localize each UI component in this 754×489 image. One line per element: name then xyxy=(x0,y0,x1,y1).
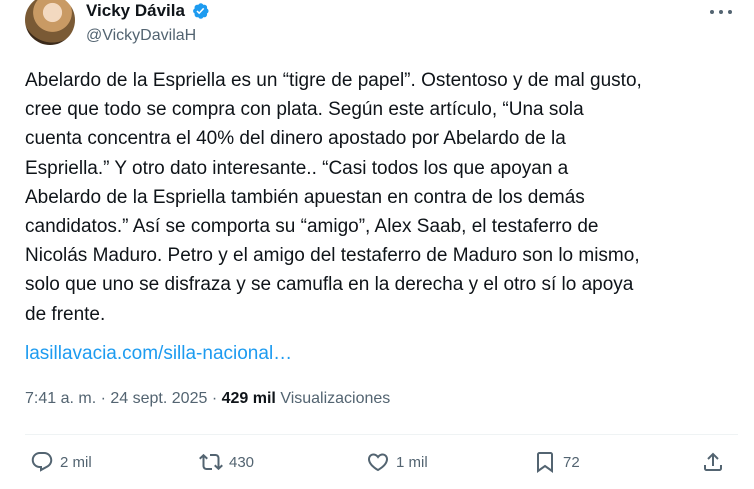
tweet-link[interactable]: lasillavacia.com/silla-nacional… xyxy=(25,339,292,368)
share-button[interactable] xyxy=(701,450,725,474)
reply-icon xyxy=(31,452,53,472)
bookmark-icon xyxy=(537,452,553,473)
more-icon[interactable] xyxy=(710,2,732,22)
repost-count: 430 xyxy=(229,453,255,471)
reply-button[interactable]: 2 mil xyxy=(30,450,92,474)
tweet-meta: 7:41 a. m. · 24 sept. 2025 · 429 mil Vis… xyxy=(25,388,390,410)
bookmark-button[interactable]: 72 xyxy=(533,450,580,474)
author-handle[interactable]: @VickyDavilaH xyxy=(86,27,196,45)
avatar[interactable] xyxy=(25,0,75,45)
like-count: 1 mil xyxy=(396,453,428,471)
meta-separator: · xyxy=(211,390,218,407)
author-name-row: Vicky Dávila xyxy=(86,0,210,22)
tweet-text: Abelardo de la Espriella es un “tigre de… xyxy=(25,70,642,325)
reply-count: 2 mil xyxy=(60,453,92,471)
repost-icon xyxy=(199,453,223,471)
tweet-date[interactable]: 24 sept. 2025 xyxy=(110,390,207,407)
views-count: 429 mil xyxy=(221,390,276,407)
author-display-name[interactable]: Vicky Dávila xyxy=(86,0,185,22)
divider xyxy=(25,434,738,435)
tweet-time[interactable]: 7:41 a. m. xyxy=(25,390,96,407)
share-icon xyxy=(704,452,722,471)
bookmark-count: 72 xyxy=(563,453,580,471)
verified-badge-icon[interactable] xyxy=(190,1,210,21)
heart-icon xyxy=(367,453,389,472)
like-button[interactable]: 1 mil xyxy=(366,450,428,474)
meta-separator: · xyxy=(100,390,106,407)
repost-button[interactable]: 430 xyxy=(199,450,254,474)
views-label: Visualizaciones xyxy=(280,390,391,407)
